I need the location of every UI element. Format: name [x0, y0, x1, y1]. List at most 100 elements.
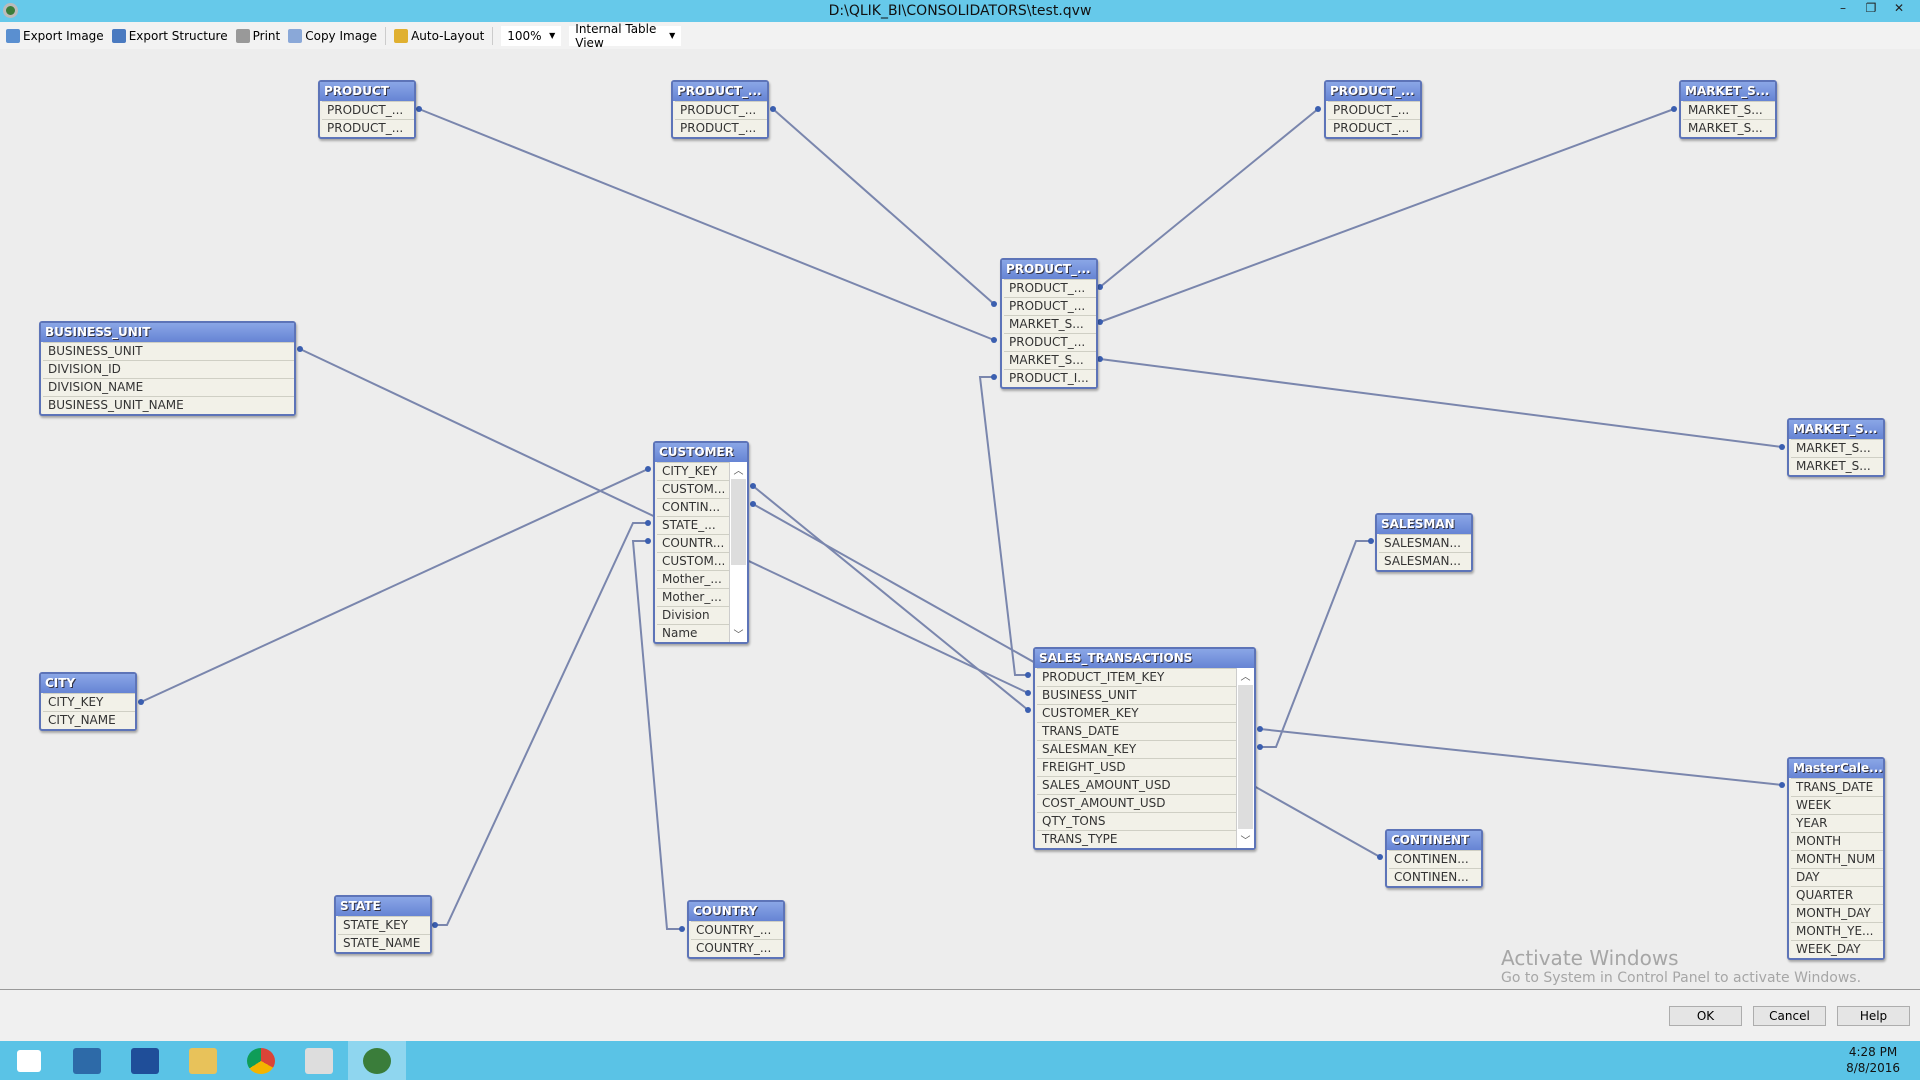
table-field[interactable]: CONTINEN...	[1389, 850, 1481, 868]
table-field[interactable]: MONTH	[1791, 832, 1883, 850]
close-button[interactable]: ✕	[1886, 0, 1912, 18]
table-business-unit[interactable]: BUSINESS_UNIT BUSINESS_UNIT DIVISION_ID DIV…	[39, 321, 296, 416]
taskbar-server-manager[interactable]	[58, 1041, 116, 1080]
table-field[interactable]: CITY_KEY	[657, 462, 729, 480]
table-field[interactable]: BUSINESS_UNIT_NAME	[43, 396, 294, 414]
export-structure-button[interactable]: Export Structure	[111, 28, 228, 43]
table-field[interactable]: Division	[657, 606, 729, 624]
table-field[interactable]: CONTINEN...	[1389, 868, 1481, 886]
copy-image-button[interactable]: Copy Image	[288, 28, 377, 43]
table-field[interactable]: TRANS_DATE	[1037, 722, 1236, 740]
restore-button[interactable]: ❐	[1858, 0, 1884, 18]
table-field[interactable]: STATE_NAME	[338, 934, 430, 952]
table-field[interactable]: STATE_KEY	[338, 916, 430, 934]
cancel-button[interactable]: Cancel	[1753, 1006, 1826, 1026]
print-button[interactable]: Print	[235, 28, 280, 43]
scroll-up-icon[interactable]: ︿	[1237, 668, 1254, 684]
table-field[interactable]: MONTH_DAY	[1791, 904, 1883, 922]
table-field[interactable]: PRODUCT_...	[675, 101, 767, 119]
table-header[interactable]: BUSINESS_UNIT	[41, 323, 294, 342]
table-field[interactable]: CONTIN...	[657, 498, 729, 516]
table-field[interactable]: SALESMAN...	[1379, 552, 1471, 570]
table-field[interactable]: TRANS_TYPE	[1037, 830, 1236, 848]
table-field[interactable]: BUSINESS_UNIT	[1037, 686, 1236, 704]
table-header[interactable]: STATE	[336, 897, 430, 916]
export-image-button[interactable]: Export Image	[6, 28, 104, 43]
table-field[interactable]: BUSINESS_UNIT	[43, 342, 294, 360]
table-salesman[interactable]: SALESMAN SALESMAN... SALESMAN...	[1375, 513, 1473, 572]
table-field[interactable]: COUNTR...	[657, 534, 729, 552]
ok-button[interactable]: OK	[1669, 1006, 1742, 1026]
taskbar-calculator[interactable]	[290, 1041, 348, 1080]
table-header[interactable]: MARKET_S...	[1789, 420, 1883, 439]
table-customer[interactable]: CUSTOMER CITY_KEY CUSTOM... CONTIN... STATE_…	[653, 441, 749, 644]
table-country[interactable]: COUNTRY COUNTRY_... COUNTRY_...	[687, 900, 785, 959]
table-field[interactable]: CUSTOM...	[657, 552, 729, 570]
table-field[interactable]: MARKET_S...	[1683, 119, 1775, 137]
scrollbar[interactable]: ︿ ﹀	[729, 462, 747, 642]
scroll-down-icon[interactable]: ﹀	[730, 626, 747, 642]
start-button[interactable]	[0, 1041, 58, 1080]
table-field[interactable]: MARKET_S...	[1683, 101, 1775, 119]
table-field[interactable]: PRODUCT_...	[322, 119, 414, 137]
table-field[interactable]: CUSTOM...	[657, 480, 729, 498]
table-field[interactable]: Mother_...	[657, 588, 729, 606]
scroll-up-icon[interactable]: ︿	[730, 462, 747, 478]
table-header[interactable]: PRODUCT_...	[673, 82, 767, 101]
table-field[interactable]: MARKET_S...	[1791, 439, 1883, 457]
table-field[interactable]: MARKET_S...	[1791, 457, 1883, 475]
table-field[interactable]: PRODUCT_...	[1004, 279, 1096, 297]
table-header[interactable]: CITY	[41, 674, 135, 693]
table-city[interactable]: CITY CITY_KEY CITY_NAME	[39, 672, 137, 731]
scroll-thumb[interactable]	[731, 479, 746, 566]
table-field[interactable]: PRODUCT_...	[322, 101, 414, 119]
table-field[interactable]: SALES_AMOUNT_USD	[1037, 776, 1236, 794]
scroll-down-icon[interactable]: ﹀	[1237, 832, 1254, 848]
table-product[interactable]: PRODUCT PRODUCT_... PRODUCT_...	[318, 80, 416, 139]
view-select[interactable]: Internal Table View ▼	[569, 22, 682, 50]
help-button[interactable]: Help	[1837, 1006, 1910, 1026]
table-header[interactable]: CONTINENT	[1387, 831, 1481, 850]
table-field[interactable]: PRODUCT_...	[1328, 119, 1420, 137]
table-mastercale-[interactable]: MasterCale... TRANS_DATE WEEK YEAR MONTH MONT…	[1787, 757, 1885, 960]
table-field[interactable]: PRODUCT_...	[1004, 333, 1096, 351]
table-field[interactable]: PRODUCT_...	[1328, 101, 1420, 119]
table-field[interactable]: COST_AMOUNT_USD	[1037, 794, 1236, 812]
table-field[interactable]: CITY_KEY	[43, 693, 135, 711]
table-product-[interactable]: PRODUCT_... PRODUCT_... PRODUCT_...	[1324, 80, 1422, 139]
table-field[interactable]: DIVISION_NAME	[43, 378, 294, 396]
table-field[interactable]: MONTH_NUM	[1791, 850, 1883, 868]
table-field[interactable]: FREIGHT_USD	[1037, 758, 1236, 776]
table-header[interactable]: PRODUCT_...	[1326, 82, 1420, 101]
table-field[interactable]: STATE_...	[657, 516, 729, 534]
table-header[interactable]: PRODUCT_...	[1002, 260, 1096, 279]
minimize-button[interactable]: –	[1830, 0, 1856, 18]
table-header[interactable]: COUNTRY	[689, 902, 783, 921]
table-field[interactable]: DAY	[1791, 868, 1883, 886]
table-product-[interactable]: PRODUCT_... PRODUCT_... PRODUCT_...	[671, 80, 769, 139]
table-field[interactable]: MARKET_S...	[1004, 315, 1096, 333]
table-field[interactable]: QTY_TONS	[1037, 812, 1236, 830]
auto-layout-button[interactable]: Auto-Layout	[394, 28, 484, 43]
table-field[interactable]: CUSTOMER_KEY	[1037, 704, 1236, 722]
table-field[interactable]: SALESMAN_KEY	[1037, 740, 1236, 758]
table-state[interactable]: STATE STATE_KEY STATE_NAME	[334, 895, 432, 954]
table-field[interactable]: PRODUCT_I...	[1004, 369, 1096, 387]
table-field[interactable]: MARKET_S...	[1004, 351, 1096, 369]
table-market-s-[interactable]: MARKET_S... MARKET_S... MARKET_S...	[1787, 418, 1885, 477]
table-field[interactable]: PRODUCT_ITEM_KEY	[1037, 668, 1236, 686]
table-field[interactable]: SALESMAN...	[1379, 534, 1471, 552]
table-header[interactable]: SALESMAN	[1377, 515, 1471, 534]
table-field[interactable]: MONTH_YE...	[1791, 922, 1883, 940]
table-field[interactable]: Name	[657, 624, 729, 642]
table-continent[interactable]: CONTINENT CONTINEN... CONTINEN...	[1385, 829, 1483, 888]
table-field[interactable]: CITY_NAME	[43, 711, 135, 729]
taskbar-powershell[interactable]	[116, 1041, 174, 1080]
table-header[interactable]: MasterCale...	[1789, 759, 1883, 778]
table-market-s-[interactable]: MARKET_S... MARKET_S... MARKET_S...	[1679, 80, 1777, 139]
system-clock[interactable]: 4:28 PM 8/8/2016	[1846, 1044, 1900, 1076]
table-field[interactable]: COUNTRY_...	[691, 921, 783, 939]
table-sales-transactions[interactable]: SALES_TRANSACTIONS PRODUCT_ITEM_KEY BUSINE…	[1033, 647, 1256, 850]
table-field[interactable]: TRANS_DATE	[1791, 778, 1883, 796]
taskbar-chrome[interactable]	[232, 1041, 290, 1080]
